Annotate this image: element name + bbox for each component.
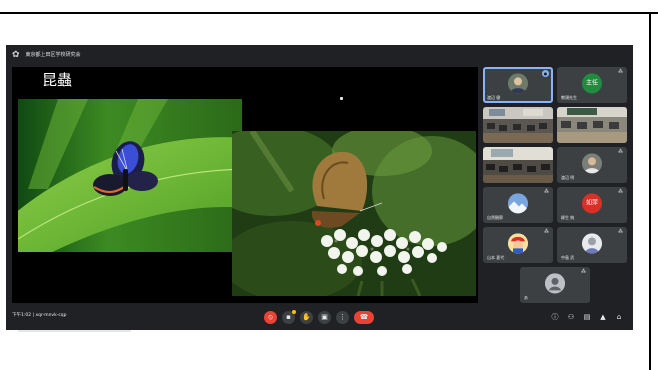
participant-name: 山本 夏代 (487, 255, 505, 260)
participant-tile[interactable]: ⁂ 自然観察 (483, 187, 553, 223)
participant-avatar-image (508, 193, 528, 214)
participant-name: あ (524, 295, 528, 300)
slide-title: 昆蟲 (42, 71, 73, 89)
meeting-window: ✿ 東京都上田区学校研究会 昆蟲 ● 渡辺 健 主任 ⁂ 教頭先生 ⁂ 渡辺 明… (6, 45, 633, 330)
participant-tile[interactable]: ⁂ 渡辺 明 (557, 147, 627, 183)
hang-up-icon: ☎ (359, 313, 369, 321)
classroom-video (483, 107, 553, 143)
presentation-stage[interactable]: 昆蟲 (12, 67, 478, 303)
participant-tile[interactable]: 主任 ⁂ 教頭先生 (557, 67, 627, 103)
app-icon: ✿ (12, 49, 20, 60)
cartoon-avatar-image (508, 233, 528, 254)
more-options-icon: ⋮ (339, 313, 346, 321)
landscape-avatar-image (508, 193, 528, 214)
participant-avatar-image (508, 233, 528, 254)
mouse-pointer (340, 97, 343, 100)
blue-butterfly-photo (18, 99, 242, 252)
info-button[interactable]: ⓘ (550, 312, 560, 323)
participant-avatar: 如萍 (582, 193, 602, 214)
participant-avatar-generic (545, 273, 565, 294)
mic-muted-icon: ⁂ (581, 269, 586, 275)
chat-icon: ▤ (583, 313, 591, 321)
warning-dot-icon (292, 310, 296, 314)
page-edge-strip (18, 330, 131, 332)
control-bar: 下午1:02 | xqr-mnvk-cqp ⦸ ▪ ✋ ▣ ⋮ ☎ ⓘ ⚇ ▤ … (6, 307, 633, 330)
mic-muted-icon: ⁂ (618, 189, 623, 195)
participant-video (582, 153, 602, 174)
present-icon: ▣ (321, 313, 328, 321)
raise-hand-icon: ✋ (302, 313, 311, 321)
people-icon: ⚇ (567, 313, 575, 321)
window-title: 東京都上田区学校研究会 (25, 51, 81, 58)
classroom-video-frame (557, 107, 627, 143)
participant-tile[interactable]: ⁂ あ (520, 267, 590, 303)
frame-top-line (0, 12, 658, 14)
raise-hand-button[interactable]: ✋ (300, 311, 313, 324)
participant-name: 渡辺 明 (561, 175, 575, 180)
participant-tile[interactable] (483, 147, 553, 183)
people-button[interactable]: ⚇ (566, 312, 576, 323)
participant-tile[interactable]: ⁂ 山本 夏代 (483, 227, 553, 263)
participant-tile[interactable] (483, 107, 553, 143)
microphone-off-icon: ⦸ (268, 313, 273, 321)
host-controls-button[interactable]: ⌂ (614, 312, 624, 323)
classroom-video (483, 147, 553, 183)
mic-muted-icon: ⁂ (544, 189, 549, 195)
photo-avatar-image (582, 233, 602, 254)
participant-tile[interactable]: ⁂ 中島 武 (557, 227, 627, 263)
hairstreak-butterfly-image (232, 131, 476, 296)
speaking-indicator-icon: ● (542, 70, 549, 77)
person-video-frame (508, 73, 528, 94)
camera-button[interactable]: ▪ (282, 310, 296, 324)
participant-tile[interactable]: ● 渡辺 健 (483, 67, 553, 103)
participant-tile[interactable] (557, 107, 627, 143)
classroom-video (557, 107, 627, 143)
present-button[interactable]: ▣ (318, 311, 331, 324)
participant-name: 教頭先生 (561, 95, 577, 100)
activities-button[interactable]: ▲ (598, 312, 608, 323)
mic-muted-icon: ⁂ (544, 229, 549, 235)
title-bar: ✿ 東京都上田区学校研究会 (6, 45, 633, 65)
mic-muted-icon: ⁂ (618, 229, 623, 235)
camera-icon: ▪ (286, 313, 291, 321)
participant-avatar-image (582, 233, 602, 254)
default-user-icon (545, 273, 565, 294)
more-options-button[interactable]: ⋮ (336, 311, 349, 324)
participant-name: 自然観察 (487, 215, 503, 220)
blue-butterfly-image (18, 99, 242, 252)
info-icon: ⓘ (551, 313, 559, 321)
participant-tile[interactable]: 如萍 ⁂ 柳生 純 (557, 187, 627, 223)
participant-name: 渡辺 健 (487, 95, 501, 100)
mic-muted-icon: ⁂ (618, 69, 623, 75)
classroom-video-frame (483, 107, 553, 143)
participant-avatar: 主任 (582, 73, 602, 94)
mic-muted-icon: ⁂ (618, 149, 623, 155)
person-video-frame (582, 153, 602, 174)
participant-name: 柳生 純 (561, 215, 575, 220)
hang-up-button[interactable]: ☎ (354, 311, 374, 324)
host-controls-icon: ⌂ (616, 313, 622, 321)
hairstreak-butterfly-photo (232, 131, 476, 296)
chat-button[interactable]: ▤ (582, 312, 592, 323)
meeting-info: 下午1:02 | xqr-mnvk-cqp (12, 313, 67, 318)
participant-name: 中島 武 (561, 255, 575, 260)
participant-video (508, 73, 528, 94)
microphone-button[interactable]: ⦸ (264, 311, 277, 324)
classroom-video-frame (483, 147, 553, 183)
activities-icon: ▲ (600, 313, 606, 321)
frame-right-line (649, 12, 651, 370)
